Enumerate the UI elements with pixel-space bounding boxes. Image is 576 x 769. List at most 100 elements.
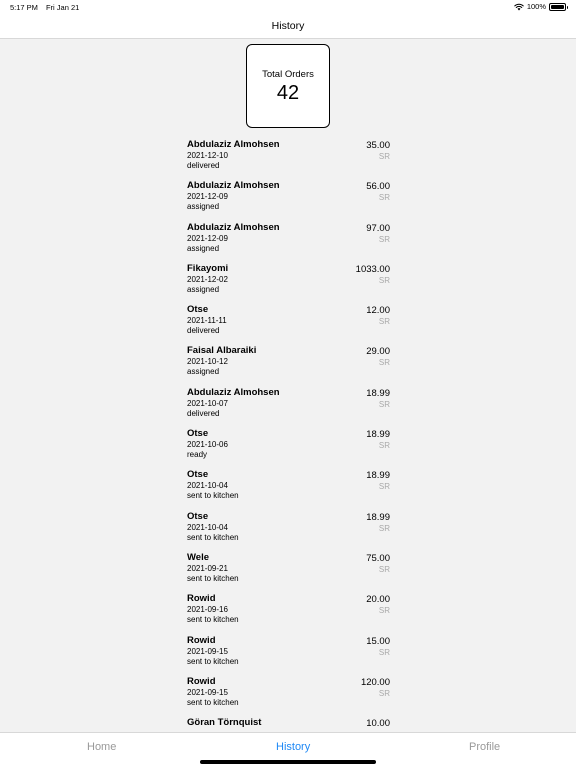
order-name: Faisal Albaraiki — [187, 345, 257, 357]
order-date: 2021-10-04 — [187, 481, 228, 491]
order-date: 2021-10-12 — [187, 357, 228, 367]
order-currency: SR — [378, 482, 390, 492]
order-amount: 56.00 — [366, 181, 390, 193]
order-row[interactable]: Otse 2021-10-06 ready 18.99 SR — [187, 428, 390, 469]
order-name: Abdulaziz Almohsen — [187, 221, 280, 233]
order-status: assigned — [187, 202, 220, 212]
order-currency: SR — [378, 152, 390, 161]
order-amount: 18.99 — [366, 470, 390, 482]
tab-profile[interactable]: Profile — [469, 741, 500, 753]
order-status: delivered — [187, 408, 220, 418]
order-date: 2021-10-07 — [187, 398, 228, 408]
order-status: sent to kitchen — [187, 615, 239, 625]
order-row[interactable]: Otse 2021-11-11 delivered 12.00 SR — [187, 304, 390, 345]
order-amount: 12.00 — [366, 305, 390, 317]
total-orders-value: 42 — [276, 82, 300, 104]
order-row[interactable]: Otse 2021-10-04 sent to kitchen 18.99 SR — [187, 469, 390, 510]
order-row[interactable]: Rowid 2021-09-15 sent to kitchen 15.00 SR — [187, 635, 390, 676]
order-status: delivered — [187, 161, 220, 170]
order-row[interactable]: Abdulaziz Almohsen 2021-12-09 assigned 97.0… — [187, 222, 390, 263]
order-date: 2021-09-16 — [187, 605, 228, 615]
tab-history[interactable]: History — [276, 741, 310, 753]
order-amount: 75.00 — [366, 552, 390, 564]
order-name: Rowid — [187, 675, 216, 687]
order-amount: 20.00 — [366, 594, 390, 606]
order-currency: SR — [378, 358, 390, 368]
order-row[interactable]: Faisal Albaraiki 2021-10-12 assigned 29.00 S… — [187, 345, 390, 386]
order-row[interactable]: Otse 2021-10-04 sent to kitchen 18.99 SR — [187, 511, 390, 552]
order-status: sent to kitchen — [187, 697, 239, 707]
order-row[interactable]: Abdulaziz Almohsen 2021-12-10 delivered 35.… — [187, 139, 390, 180]
order-name: Göran Törnquist — [187, 717, 262, 729]
status-bar: 5:17 PM Fri Jan 21 100% — [0, 0, 576, 14]
navigation-bar: History — [0, 14, 576, 39]
order-amount: 29.00 — [366, 346, 390, 358]
order-amount: 15.00 — [366, 635, 390, 647]
order-currency: SR — [378, 399, 390, 409]
order-date: 2021-10-06 — [187, 440, 228, 450]
order-status: delivered — [187, 326, 220, 336]
order-name: Abdulaziz Almohsen — [187, 386, 280, 398]
order-date: 2021-09-15 — [187, 687, 228, 697]
order-currency: SR — [378, 606, 390, 616]
order-amount: 120.00 — [360, 676, 390, 688]
home-indicator — [200, 760, 376, 764]
order-row[interactable]: Abdulaziz Almohsen 2021-10-07 delivered 18.… — [187, 387, 390, 428]
wifi-icon — [514, 3, 524, 10]
order-status: ready — [187, 450, 208, 460]
order-currency: SR — [378, 317, 390, 327]
order-status: sent to kitchen — [187, 532, 239, 542]
order-name: Otse — [187, 469, 209, 481]
order-date: 2021-12-09 — [187, 192, 228, 202]
order-amount: 1033.00 — [355, 263, 390, 275]
order-name: Otse — [187, 510, 209, 522]
order-row[interactable]: Rowid 2021-09-16 sent to kitchen 20.00 SR — [187, 593, 390, 634]
order-name: Otse — [187, 428, 209, 440]
order-date: 2021-10-04 — [187, 522, 228, 532]
order-status: sent to kitchen — [187, 656, 239, 666]
order-currency: SR — [378, 234, 390, 244]
status-right: 100% — [514, 2, 568, 11]
status-left: 5:17 PM Fri Jan 21 — [10, 3, 79, 12]
order-amount: 10.00 — [366, 718, 390, 730]
order-status: assigned — [187, 284, 220, 294]
order-currency: SR — [378, 564, 390, 574]
order-row[interactable]: Wele 2021-09-21 sent to kitchen 75.00 SR — [187, 552, 390, 593]
order-row[interactable]: Abdulaziz Almohsen 2021-12-09 assigned 56.0… — [187, 180, 390, 221]
order-status: assigned — [187, 367, 220, 377]
order-name: Abdulaziz Almohsen — [187, 180, 280, 192]
order-date: 2021-12-02 — [187, 274, 228, 284]
order-name: Abdulaziz Almohsen — [187, 139, 280, 150]
battery-percent: 100% — [526, 2, 546, 11]
battery-icon — [549, 2, 568, 11]
order-name: Fikayomi — [187, 262, 229, 274]
order-currency: SR — [378, 441, 390, 451]
order-currency: SR — [378, 275, 390, 285]
order-currency: SR — [378, 523, 390, 533]
total-orders-card: Total Orders 42 — [246, 44, 330, 128]
order-date: 2021-12-09 — [187, 233, 228, 243]
order-currency: SR — [378, 193, 390, 203]
order-row[interactable]: Göran Törnquist 10.00 — [187, 717, 390, 732]
order-date: 2021-12-10 — [187, 151, 228, 160]
tab-home[interactable]: Home — [87, 741, 116, 753]
order-row[interactable]: Rowid 2021-09-15 sent to kitchen 120.00 SR — [187, 676, 390, 717]
order-list[interactable]: Abdulaziz Almohsen 2021-12-10 delivered 35.… — [187, 139, 390, 732]
order-row[interactable]: Fikayomi 2021-12-02 assigned 1033.00 SR — [187, 263, 390, 304]
order-amount: 97.00 — [366, 222, 390, 234]
battery-fill — [551, 4, 564, 9]
order-name: Wele — [187, 551, 210, 563]
order-date: 2021-09-15 — [187, 646, 228, 656]
order-amount: 18.99 — [366, 387, 390, 399]
order-status: sent to kitchen — [187, 491, 239, 501]
order-currency: SR — [378, 688, 390, 698]
order-amount: 18.99 — [366, 511, 390, 523]
order-status: sent to kitchen — [187, 573, 239, 583]
order-amount: 18.99 — [366, 429, 390, 441]
order-name: Rowid — [187, 634, 216, 646]
order-amount: 35.00 — [366, 140, 390, 151]
order-name: Otse — [187, 304, 209, 316]
order-currency: SR — [378, 647, 390, 657]
order-date: 2021-09-21 — [187, 563, 228, 573]
status-date: Fri Jan 21 — [45, 3, 80, 12]
